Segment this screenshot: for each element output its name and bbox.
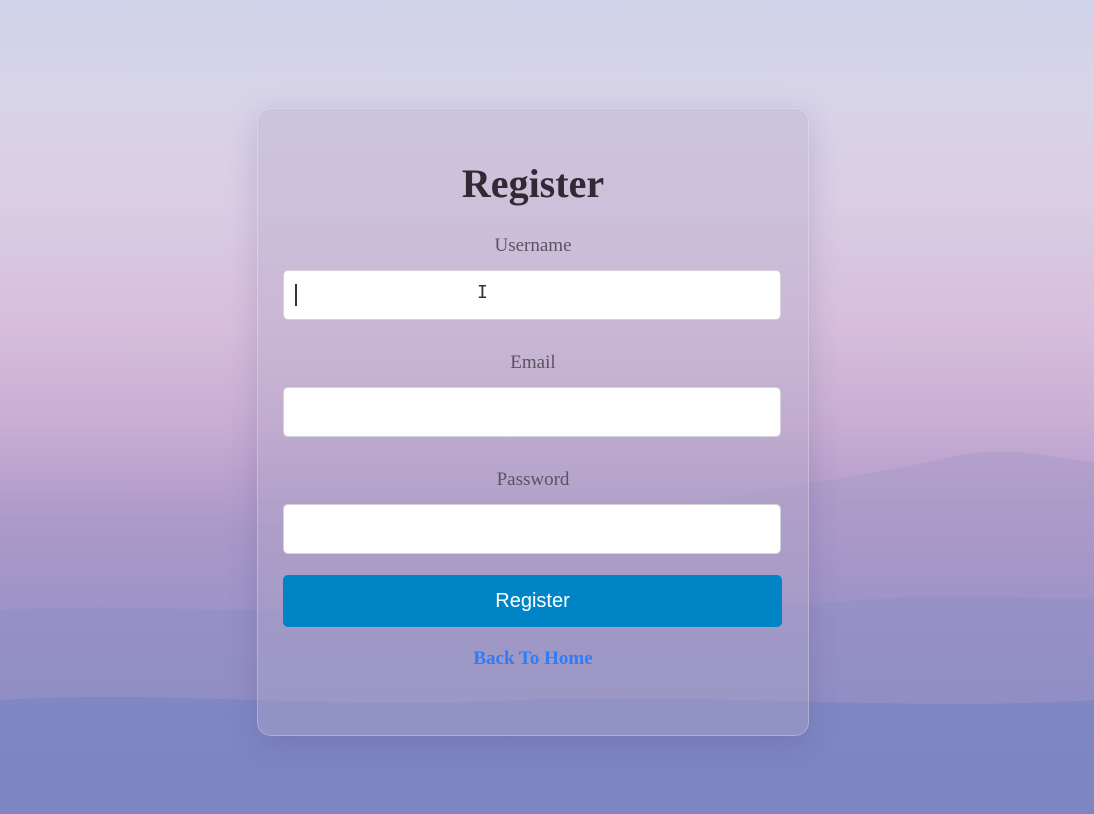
back-to-home-link[interactable]: Back To Home [258,648,808,670]
form-title: Register [461,161,605,206]
register-button[interactable]: Register [283,575,782,627]
password-label: Password [496,469,570,490]
username-field-wrap: I [258,270,808,320]
username-input[interactable] [283,270,781,320]
text-cursor-icon: I [477,282,488,303]
email-input[interactable] [283,387,781,437]
email-label: Email [510,352,556,373]
register-card: Register Username I Email Password Regis… [257,108,809,736]
username-label: Username [494,235,572,256]
password-input[interactable] [283,504,781,554]
text-caret [295,284,297,306]
